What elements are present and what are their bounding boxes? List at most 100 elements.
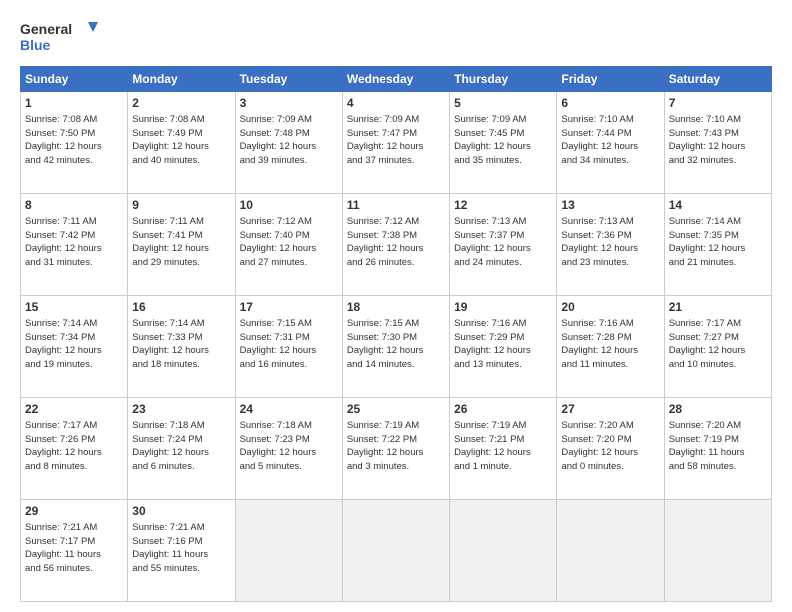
day-info: Sunrise: 7:13 AM Sunset: 7:36 PM Dayligh… bbox=[561, 215, 659, 270]
day-info: Sunrise: 7:14 AM Sunset: 7:33 PM Dayligh… bbox=[132, 317, 230, 372]
day-number: 6 bbox=[561, 95, 659, 112]
weekday-header-wednesday: Wednesday bbox=[342, 67, 449, 92]
day-number: 28 bbox=[669, 401, 767, 418]
day-number: 30 bbox=[132, 503, 230, 520]
day-info: Sunrise: 7:17 AM Sunset: 7:26 PM Dayligh… bbox=[25, 419, 123, 474]
day-cell: 2Sunrise: 7:08 AM Sunset: 7:49 PM Daylig… bbox=[128, 92, 235, 194]
day-cell: 9Sunrise: 7:11 AM Sunset: 7:41 PM Daylig… bbox=[128, 194, 235, 296]
day-info: Sunrise: 7:20 AM Sunset: 7:20 PM Dayligh… bbox=[561, 419, 659, 474]
day-info: Sunrise: 7:09 AM Sunset: 7:48 PM Dayligh… bbox=[240, 113, 338, 168]
day-number: 12 bbox=[454, 197, 552, 214]
day-info: Sunrise: 7:21 AM Sunset: 7:17 PM Dayligh… bbox=[25, 521, 123, 576]
day-info: Sunrise: 7:09 AM Sunset: 7:47 PM Dayligh… bbox=[347, 113, 445, 168]
day-cell: 19Sunrise: 7:16 AM Sunset: 7:29 PM Dayli… bbox=[450, 296, 557, 398]
day-info: Sunrise: 7:19 AM Sunset: 7:21 PM Dayligh… bbox=[454, 419, 552, 474]
day-number: 22 bbox=[25, 401, 123, 418]
weekday-header-row: SundayMondayTuesdayWednesdayThursdayFrid… bbox=[21, 67, 772, 92]
week-row-1: 1Sunrise: 7:08 AM Sunset: 7:50 PM Daylig… bbox=[21, 92, 772, 194]
day-cell: 1Sunrise: 7:08 AM Sunset: 7:50 PM Daylig… bbox=[21, 92, 128, 194]
day-cell: 22Sunrise: 7:17 AM Sunset: 7:26 PM Dayli… bbox=[21, 398, 128, 500]
day-number: 13 bbox=[561, 197, 659, 214]
day-number: 25 bbox=[347, 401, 445, 418]
day-info: Sunrise: 7:10 AM Sunset: 7:43 PM Dayligh… bbox=[669, 113, 767, 168]
weekday-header-friday: Friday bbox=[557, 67, 664, 92]
day-number: 29 bbox=[25, 503, 123, 520]
day-cell: 11Sunrise: 7:12 AM Sunset: 7:38 PM Dayli… bbox=[342, 194, 449, 296]
day-number: 21 bbox=[669, 299, 767, 316]
day-cell: 16Sunrise: 7:14 AM Sunset: 7:33 PM Dayli… bbox=[128, 296, 235, 398]
day-info: Sunrise: 7:12 AM Sunset: 7:40 PM Dayligh… bbox=[240, 215, 338, 270]
day-info: Sunrise: 7:09 AM Sunset: 7:45 PM Dayligh… bbox=[454, 113, 552, 168]
day-number: 5 bbox=[454, 95, 552, 112]
day-number: 10 bbox=[240, 197, 338, 214]
day-info: Sunrise: 7:11 AM Sunset: 7:42 PM Dayligh… bbox=[25, 215, 123, 270]
day-cell: 26Sunrise: 7:19 AM Sunset: 7:21 PM Dayli… bbox=[450, 398, 557, 500]
calendar-page: General Blue SundayMondayTuesdayWednesda… bbox=[0, 0, 792, 612]
day-info: Sunrise: 7:14 AM Sunset: 7:35 PM Dayligh… bbox=[669, 215, 767, 270]
day-cell: 5Sunrise: 7:09 AM Sunset: 7:45 PM Daylig… bbox=[450, 92, 557, 194]
day-info: Sunrise: 7:17 AM Sunset: 7:27 PM Dayligh… bbox=[669, 317, 767, 372]
day-cell: 30Sunrise: 7:21 AM Sunset: 7:16 PM Dayli… bbox=[128, 500, 235, 602]
week-row-2: 8Sunrise: 7:11 AM Sunset: 7:42 PM Daylig… bbox=[21, 194, 772, 296]
logo-svg: General Blue bbox=[20, 18, 100, 58]
day-cell: 14Sunrise: 7:14 AM Sunset: 7:35 PM Dayli… bbox=[664, 194, 771, 296]
day-cell: 4Sunrise: 7:09 AM Sunset: 7:47 PM Daylig… bbox=[342, 92, 449, 194]
day-number: 9 bbox=[132, 197, 230, 214]
day-info: Sunrise: 7:21 AM Sunset: 7:16 PM Dayligh… bbox=[132, 521, 230, 576]
day-cell: 29Sunrise: 7:21 AM Sunset: 7:17 PM Dayli… bbox=[21, 500, 128, 602]
weekday-header-sunday: Sunday bbox=[21, 67, 128, 92]
svg-text:General: General bbox=[20, 21, 72, 37]
day-cell: 20Sunrise: 7:16 AM Sunset: 7:28 PM Dayli… bbox=[557, 296, 664, 398]
day-cell: 6Sunrise: 7:10 AM Sunset: 7:44 PM Daylig… bbox=[557, 92, 664, 194]
day-cell: 7Sunrise: 7:10 AM Sunset: 7:43 PM Daylig… bbox=[664, 92, 771, 194]
day-info: Sunrise: 7:16 AM Sunset: 7:29 PM Dayligh… bbox=[454, 317, 552, 372]
day-number: 19 bbox=[454, 299, 552, 316]
weekday-header-tuesday: Tuesday bbox=[235, 67, 342, 92]
day-cell bbox=[342, 500, 449, 602]
day-cell: 27Sunrise: 7:20 AM Sunset: 7:20 PM Dayli… bbox=[557, 398, 664, 500]
day-info: Sunrise: 7:12 AM Sunset: 7:38 PM Dayligh… bbox=[347, 215, 445, 270]
day-cell: 17Sunrise: 7:15 AM Sunset: 7:31 PM Dayli… bbox=[235, 296, 342, 398]
day-info: Sunrise: 7:19 AM Sunset: 7:22 PM Dayligh… bbox=[347, 419, 445, 474]
day-info: Sunrise: 7:20 AM Sunset: 7:19 PM Dayligh… bbox=[669, 419, 767, 474]
weekday-header-thursday: Thursday bbox=[450, 67, 557, 92]
day-number: 27 bbox=[561, 401, 659, 418]
day-number: 15 bbox=[25, 299, 123, 316]
day-info: Sunrise: 7:11 AM Sunset: 7:41 PM Dayligh… bbox=[132, 215, 230, 270]
day-cell bbox=[235, 500, 342, 602]
day-cell: 12Sunrise: 7:13 AM Sunset: 7:37 PM Dayli… bbox=[450, 194, 557, 296]
day-number: 18 bbox=[347, 299, 445, 316]
day-number: 3 bbox=[240, 95, 338, 112]
day-cell: 15Sunrise: 7:14 AM Sunset: 7:34 PM Dayli… bbox=[21, 296, 128, 398]
week-row-5: 29Sunrise: 7:21 AM Sunset: 7:17 PM Dayli… bbox=[21, 500, 772, 602]
day-cell bbox=[557, 500, 664, 602]
day-number: 11 bbox=[347, 197, 445, 214]
calendar-table: SundayMondayTuesdayWednesdayThursdayFrid… bbox=[20, 66, 772, 602]
day-info: Sunrise: 7:08 AM Sunset: 7:50 PM Dayligh… bbox=[25, 113, 123, 168]
day-cell: 21Sunrise: 7:17 AM Sunset: 7:27 PM Dayli… bbox=[664, 296, 771, 398]
day-number: 20 bbox=[561, 299, 659, 316]
day-cell: 8Sunrise: 7:11 AM Sunset: 7:42 PM Daylig… bbox=[21, 194, 128, 296]
day-cell: 25Sunrise: 7:19 AM Sunset: 7:22 PM Dayli… bbox=[342, 398, 449, 500]
day-info: Sunrise: 7:08 AM Sunset: 7:49 PM Dayligh… bbox=[132, 113, 230, 168]
day-number: 16 bbox=[132, 299, 230, 316]
day-info: Sunrise: 7:16 AM Sunset: 7:28 PM Dayligh… bbox=[561, 317, 659, 372]
day-number: 26 bbox=[454, 401, 552, 418]
day-info: Sunrise: 7:10 AM Sunset: 7:44 PM Dayligh… bbox=[561, 113, 659, 168]
day-number: 17 bbox=[240, 299, 338, 316]
day-cell: 3Sunrise: 7:09 AM Sunset: 7:48 PM Daylig… bbox=[235, 92, 342, 194]
day-cell: 23Sunrise: 7:18 AM Sunset: 7:24 PM Dayli… bbox=[128, 398, 235, 500]
day-number: 7 bbox=[669, 95, 767, 112]
logo: General Blue bbox=[20, 18, 100, 58]
day-number: 24 bbox=[240, 401, 338, 418]
day-info: Sunrise: 7:13 AM Sunset: 7:37 PM Dayligh… bbox=[454, 215, 552, 270]
day-cell bbox=[664, 500, 771, 602]
day-cell: 28Sunrise: 7:20 AM Sunset: 7:19 PM Dayli… bbox=[664, 398, 771, 500]
day-cell: 24Sunrise: 7:18 AM Sunset: 7:23 PM Dayli… bbox=[235, 398, 342, 500]
day-cell: 10Sunrise: 7:12 AM Sunset: 7:40 PM Dayli… bbox=[235, 194, 342, 296]
day-cell bbox=[450, 500, 557, 602]
day-info: Sunrise: 7:15 AM Sunset: 7:30 PM Dayligh… bbox=[347, 317, 445, 372]
weekday-header-monday: Monday bbox=[128, 67, 235, 92]
day-number: 4 bbox=[347, 95, 445, 112]
day-number: 8 bbox=[25, 197, 123, 214]
